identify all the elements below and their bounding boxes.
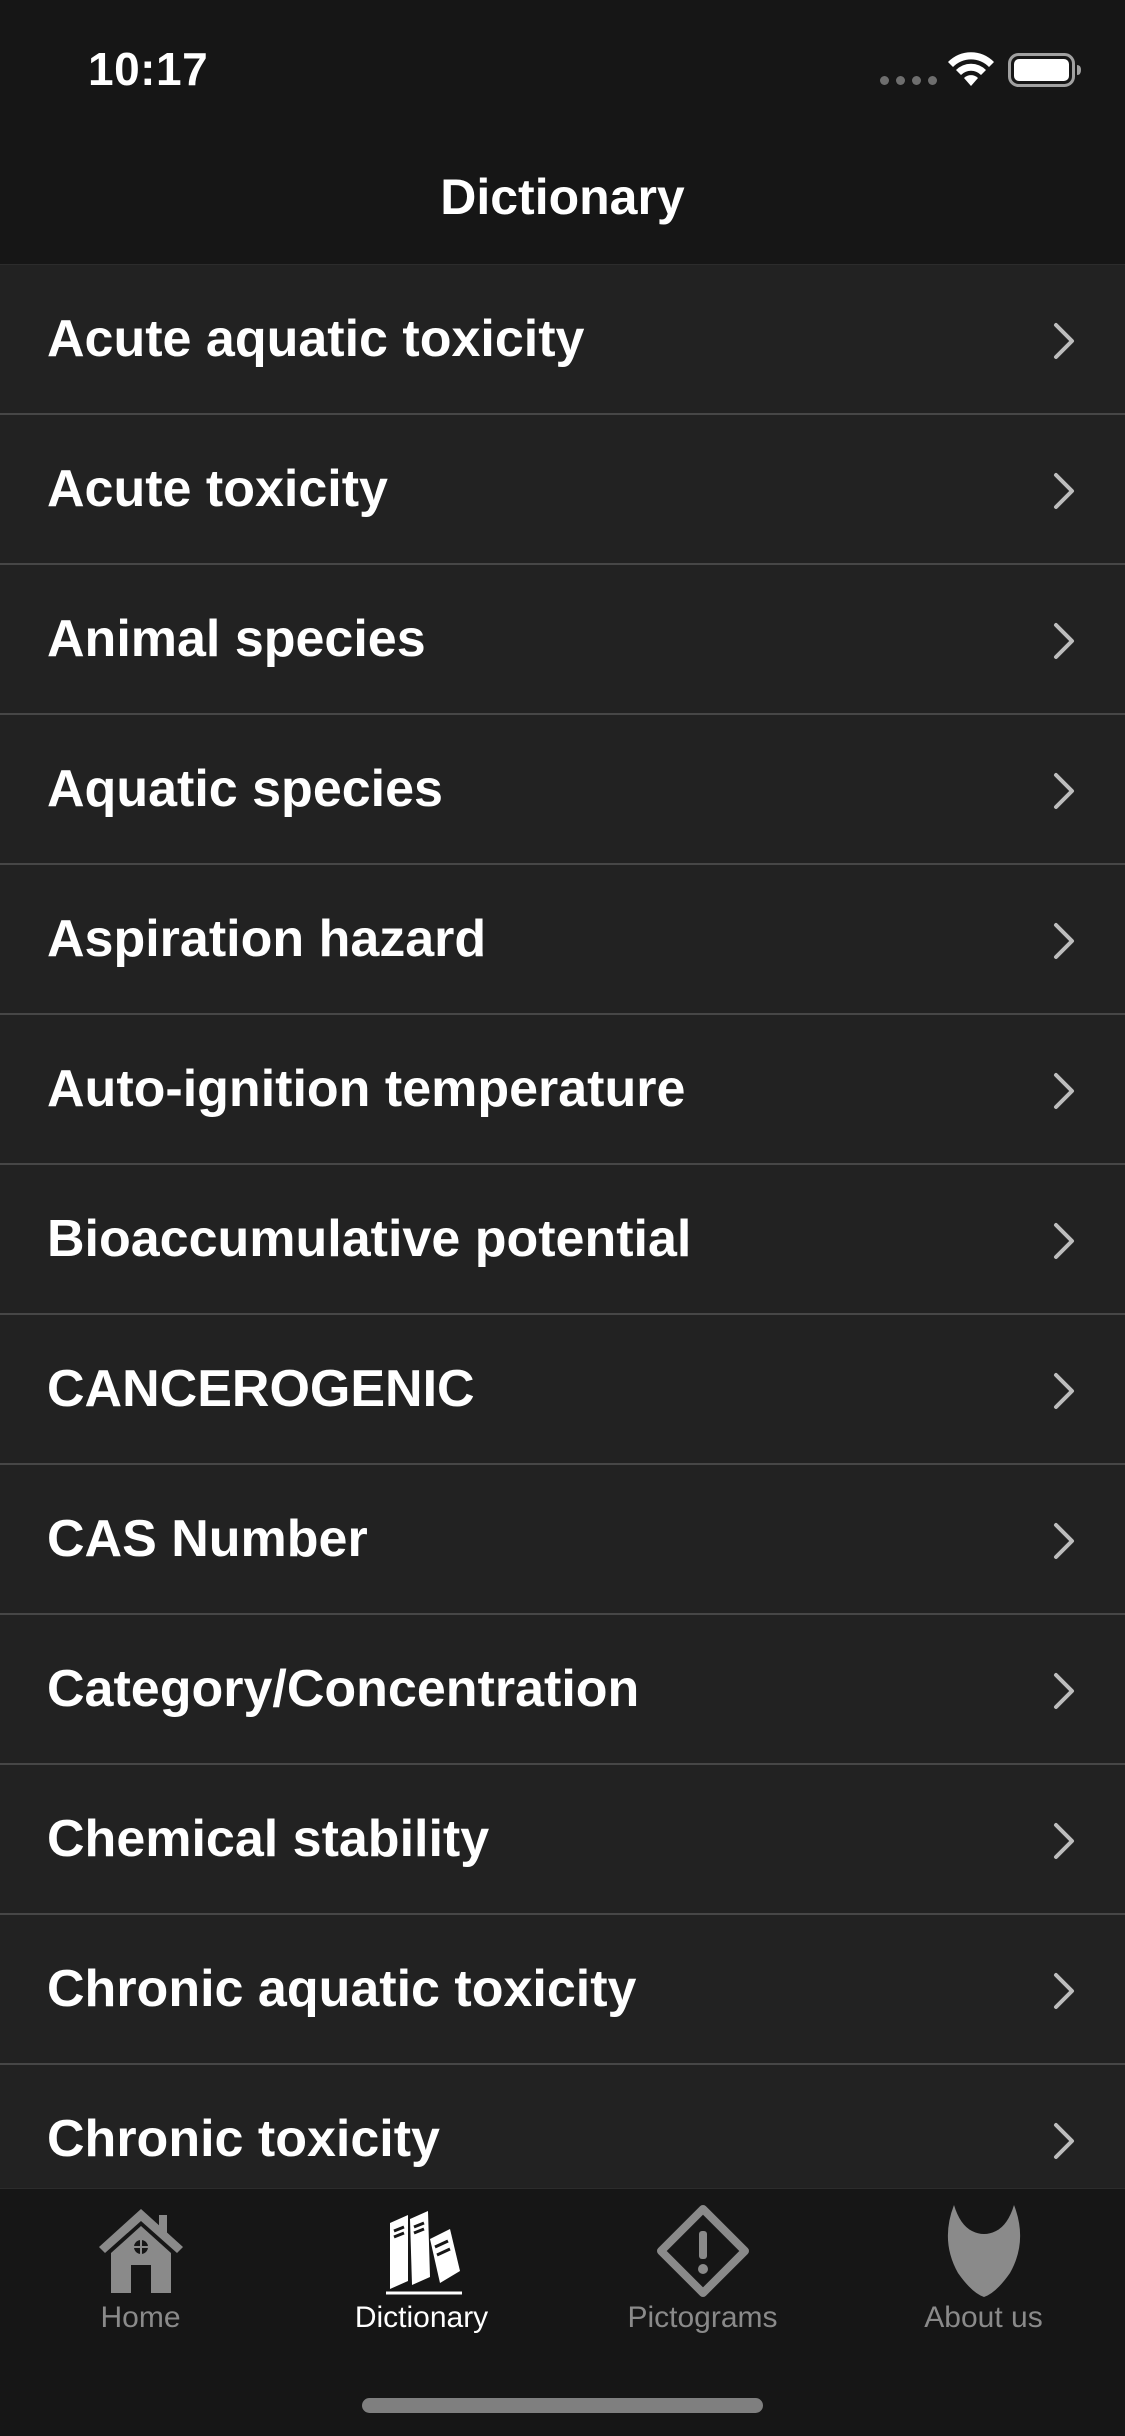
status-bar: 10:17 bbox=[0, 0, 1125, 132]
list-item[interactable]: Aspiration hazard bbox=[0, 865, 1125, 1015]
list-item-label: Chronic toxicity bbox=[47, 2110, 440, 2168]
chevron-right-icon bbox=[1054, 1373, 1074, 1409]
list-item-label: Auto-ignition temperature bbox=[47, 1060, 686, 1118]
battery-icon bbox=[1008, 53, 1081, 87]
chevron-right-icon bbox=[1054, 323, 1074, 359]
tab-home[interactable]: Home bbox=[0, 2189, 281, 2369]
list-item[interactable]: Aquatic species bbox=[0, 715, 1125, 865]
list-item[interactable]: Chemical stability bbox=[0, 1765, 1125, 1915]
list-item[interactable]: Category/Concentration bbox=[0, 1615, 1125, 1765]
list-item-label: CAS Number bbox=[47, 1510, 368, 1568]
tab-about-us-label: About us bbox=[924, 2301, 1043, 2334]
tab-pictograms[interactable]: Pictograms bbox=[562, 2189, 843, 2369]
chevron-right-icon bbox=[1054, 623, 1074, 659]
tab-dictionary[interactable]: Dictionary bbox=[281, 2189, 562, 2369]
page-title: Dictionary bbox=[440, 169, 685, 225]
books-icon bbox=[385, 2211, 462, 2295]
list-item-label: Aspiration hazard bbox=[47, 910, 487, 968]
chevron-right-icon bbox=[1054, 1973, 1074, 2009]
house-icon bbox=[98, 2209, 183, 2293]
list-item-label: Animal species bbox=[47, 610, 426, 668]
tab-dictionary-label: Dictionary bbox=[354, 2301, 489, 2334]
list-item[interactable]: CAS Number bbox=[0, 1465, 1125, 1615]
list-item-label: Aquatic species bbox=[47, 760, 443, 818]
app-screen: 10:17 Dictionary Acute aquatic toxicity … bbox=[0, 0, 1125, 2436]
chevron-right-icon bbox=[1054, 2123, 1074, 2159]
chevron-right-icon bbox=[1054, 1823, 1074, 1859]
list-item-label: CANCEROGENIC bbox=[47, 1360, 475, 1418]
list-item[interactable]: Bioaccumulative potential bbox=[0, 1165, 1125, 1315]
list-item-label: Bioaccumulative potential bbox=[47, 1210, 692, 1268]
tab-home-label: Home bbox=[100, 2301, 181, 2334]
list-item-label: Acute toxicity bbox=[47, 460, 388, 518]
list-item[interactable]: Acute aquatic toxicity bbox=[0, 265, 1125, 415]
chevron-right-icon bbox=[1054, 473, 1074, 509]
dictionary-list[interactable]: Acute aquatic toxicity Acute toxicity An… bbox=[0, 265, 1125, 2188]
wifi-icon bbox=[948, 52, 994, 86]
chevron-right-icon bbox=[1054, 1073, 1074, 1109]
list-item[interactable]: Auto-ignition temperature bbox=[0, 1015, 1125, 1165]
chevron-right-icon bbox=[1054, 1223, 1074, 1259]
chevron-right-icon bbox=[1054, 923, 1074, 959]
chevron-right-icon bbox=[1054, 1673, 1074, 1709]
chevron-right-icon bbox=[1054, 1523, 1074, 1559]
shield-logo-icon bbox=[947, 2205, 1020, 2297]
list-item-label: Acute aquatic toxicity bbox=[47, 310, 585, 368]
list-item[interactable]: Chronic aquatic toxicity bbox=[0, 1915, 1125, 2065]
chevron-right-icon bbox=[1054, 773, 1074, 809]
list-item-label: Category/Concentration bbox=[47, 1660, 640, 1718]
status-time: 10:17 bbox=[88, 43, 209, 95]
list-item[interactable]: Acute toxicity bbox=[0, 415, 1125, 565]
list-item-label: Chemical stability bbox=[47, 1810, 490, 1868]
cellular-signal-icon bbox=[880, 76, 937, 85]
warning-diamond-icon bbox=[656, 2205, 749, 2297]
list-item[interactable]: Chronic toxicity bbox=[0, 2065, 1125, 2188]
home-indicator[interactable] bbox=[362, 2398, 763, 2413]
tab-pictograms-label: Pictograms bbox=[627, 2301, 778, 2334]
list-item-label: Chronic aquatic toxicity bbox=[47, 1960, 637, 2018]
tab-about-us[interactable]: About us bbox=[843, 2189, 1124, 2369]
list-item[interactable]: CANCEROGENIC bbox=[0, 1315, 1125, 1465]
navigation-bar: Dictionary bbox=[0, 132, 1125, 265]
list-item[interactable]: Animal species bbox=[0, 565, 1125, 715]
